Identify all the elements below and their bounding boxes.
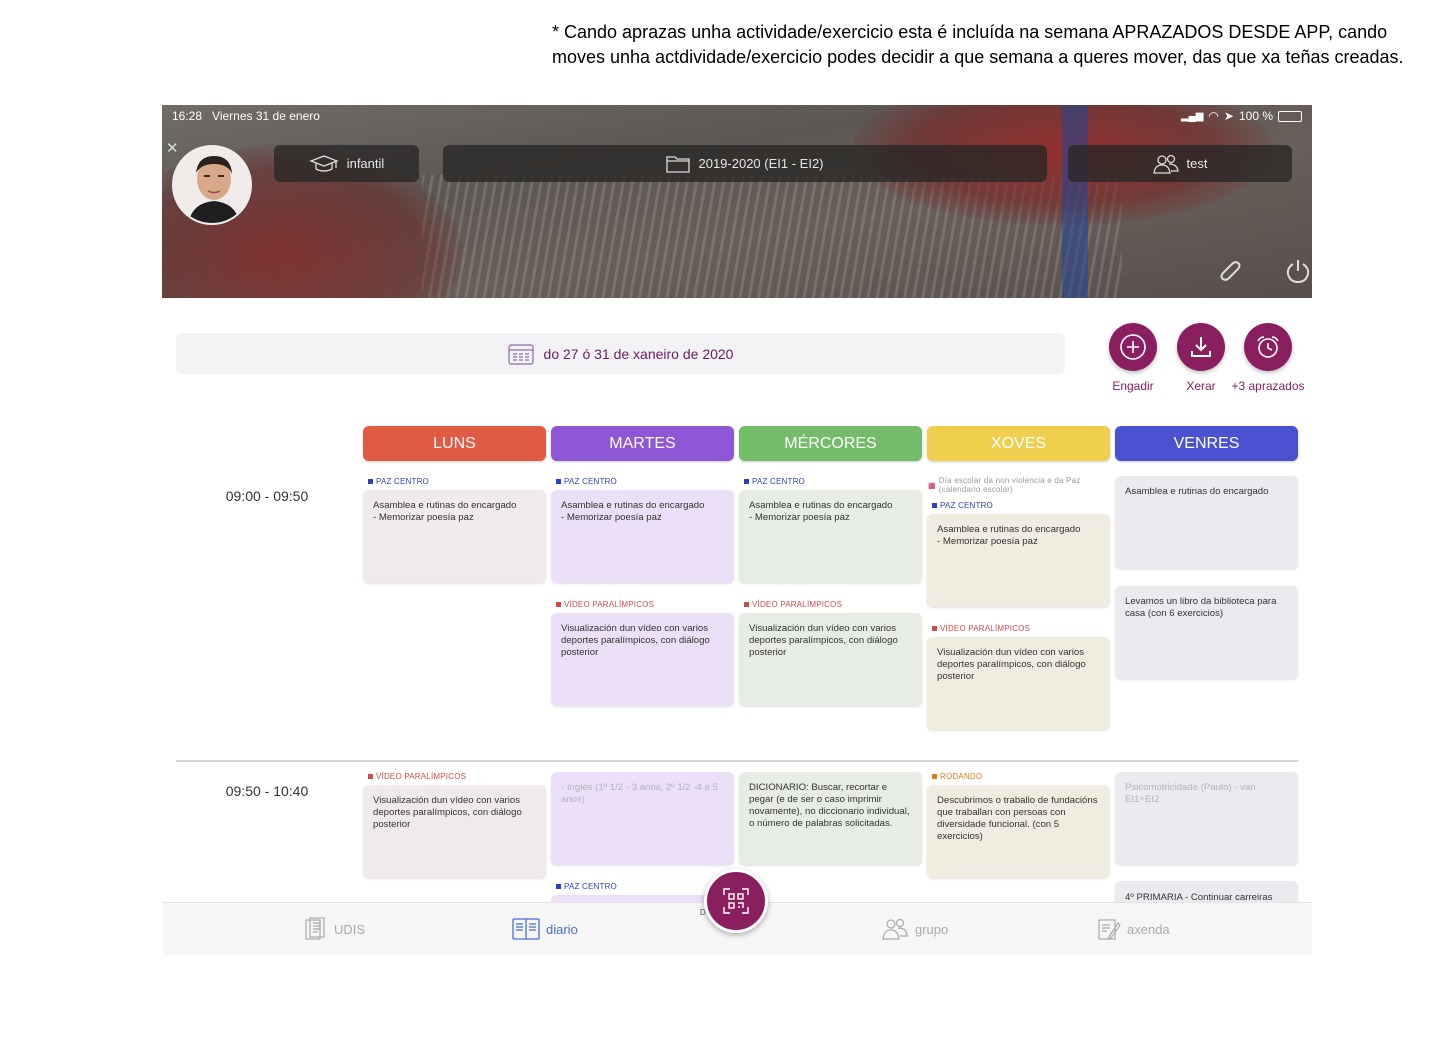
tag-paz-centro: PAZ CENTRO xyxy=(932,501,993,510)
day-header-luns[interactable]: LUNS xyxy=(363,426,546,461)
day-header-venres[interactable]: VENRES xyxy=(1115,426,1298,461)
group-label: test xyxy=(1186,156,1208,171)
battery-level: 100 % xyxy=(1238,109,1273,123)
day-header-martes[interactable]: MARTES xyxy=(551,426,734,461)
time-slot-2: 09:50 - 10:40 xyxy=(225,783,309,799)
activity-card-martes-video[interactable]: Visualización dun vídeo con varios depor… xyxy=(551,613,734,706)
plus-circle-icon xyxy=(1120,334,1146,360)
group-icon xyxy=(882,918,908,940)
add-button[interactable] xyxy=(1109,323,1157,371)
activity-card-venres-libro[interactable]: Levamos un libro da biblioteca para casa… xyxy=(1115,586,1298,679)
paperclip-icon[interactable] xyxy=(1215,257,1243,290)
signal-icon: ▂▄▆ xyxy=(1180,110,1204,122)
activity-card-venres-psicomotricidade[interactable]: Psicomotricidade (Paulo) - van EI1+EI2 xyxy=(1115,772,1298,865)
activity-card-venres-asamblea[interactable]: Asamblea e rutinas do encargado xyxy=(1115,476,1298,569)
calendar-small-icon: ▦ xyxy=(928,480,936,490)
tag-paz-centro: PAZ CENTRO xyxy=(744,477,805,486)
qr-scan-button[interactable] xyxy=(704,869,768,933)
book-open-icon xyxy=(512,918,540,940)
tag-video-paralimpicos: VÍDEO PARALÍMPICOS xyxy=(556,600,654,609)
activity-card-mercores-asamblea[interactable]: Asamblea e rutinas do encargado - Memori… xyxy=(739,490,922,583)
week-date-range[interactable]: do 27 ó 31 de xaneiro de 2020 xyxy=(176,333,1065,374)
tag-rodando: RODANDO xyxy=(932,772,982,781)
graduation-cap-icon xyxy=(308,154,339,172)
folder-icon xyxy=(666,156,691,173)
calendar-icon xyxy=(507,343,534,365)
location-icon: ➤ xyxy=(1223,109,1234,123)
status-indicators: ▂▄▆ ◠ ➤ 100 % xyxy=(1181,109,1302,123)
postponed-label: +3 aprazados xyxy=(1231,379,1305,393)
day-header-xoves[interactable]: XOVES xyxy=(927,426,1110,461)
tag-video-paralimpicos: VÍDEO PARALÍMPICOS xyxy=(744,600,842,609)
document-list-icon xyxy=(305,917,325,940)
group-selector[interactable]: test xyxy=(1068,145,1292,182)
level-label: infantil xyxy=(346,156,385,171)
course-selector[interactable]: 2019-2020 (EI1 - EI2) xyxy=(443,145,1047,182)
day-header-mercores[interactable]: MÉRCORES xyxy=(739,426,922,461)
nav-axenda[interactable]: axenda xyxy=(1097,917,1170,941)
status-time-date: 16:28 Viernes 31 de enero xyxy=(172,109,320,123)
activity-card-luns-asamblea[interactable]: Asamblea e rutinas do encargado - Memori… xyxy=(363,490,546,583)
battery-icon xyxy=(1278,110,1302,122)
level-selector[interactable]: infantil xyxy=(274,145,419,182)
users-icon xyxy=(1152,154,1179,174)
tag-paz-centro: PAZ CENTRO xyxy=(556,882,617,891)
time-slot-separator xyxy=(176,760,1298,762)
calendar-note: ▦ Día escolar da non violencia e da Paz (… xyxy=(928,476,1081,494)
wifi-icon: ◠ xyxy=(1208,109,1219,123)
edit-note-icon xyxy=(1098,919,1121,941)
date-range-label: do 27 ó 31 de xaneiro de 2020 xyxy=(543,345,734,362)
center-label: D xyxy=(700,908,706,917)
header-banner: 16:28 Viernes 31 de enero ▂▄▆ ◠ ➤ 100 % … xyxy=(162,105,1312,298)
avatar[interactable] xyxy=(172,145,252,225)
nav-udis[interactable]: UDIS xyxy=(304,917,365,941)
postponed-action[interactable]: +3 aprazados xyxy=(1228,323,1308,393)
download-icon xyxy=(1191,337,1211,357)
tag-paz-centro: PAZ CENTRO xyxy=(368,477,429,486)
status-bar: 16:28 Viernes 31 de enero ▂▄▆ ◠ ➤ 100 % xyxy=(172,109,1302,125)
activity-card-martes-ingles[interactable]: - Inglés (1º 1/2 - 3 anos, 2º 1/2 -4 e 5… xyxy=(551,772,734,865)
activity-card-martes-asamblea[interactable]: Asamblea e rutinas do encargado - Memori… xyxy=(551,490,734,583)
activity-card-luns-video[interactable]: Visualización dun vídeo con varios depor… xyxy=(363,785,546,878)
activity-card-xoves-fundacions[interactable]: Descubrimos o traballo de fundacións que… xyxy=(927,785,1110,878)
power-icon[interactable] xyxy=(1284,257,1312,290)
nav-diario[interactable]: diario xyxy=(512,917,578,941)
tools-icon[interactable]: ✕ xyxy=(166,139,179,157)
activity-card-mercores-diccionario[interactable]: DICIONARIO: Buscar, recortar e pegar (e … xyxy=(739,772,922,865)
postponed-button[interactable] xyxy=(1244,323,1292,371)
qr-code-icon xyxy=(723,888,749,914)
time-slot-1: 09:00 - 09:50 xyxy=(225,488,309,504)
activity-card-mercores-video[interactable]: Visualización dun vídeo con varios depor… xyxy=(739,613,922,706)
alarm-clock-icon xyxy=(1257,336,1279,358)
nav-grupo[interactable]: grupo xyxy=(881,917,948,941)
activity-card-xoves-video[interactable]: Visualización dun vídeo con varios depor… xyxy=(927,637,1110,730)
tag-paz-centro: PAZ CENTRO xyxy=(556,477,617,486)
course-label: 2019-2020 (EI1 - EI2) xyxy=(698,156,824,171)
app-window: 16:28 Viernes 31 de enero ▂▄▆ ◠ ➤ 100 % … xyxy=(162,105,1312,955)
generate-button[interactable] xyxy=(1177,323,1225,371)
instruction-note: * Cando aprazas unha actividade/exercici… xyxy=(552,22,1404,67)
header-background-leg xyxy=(1062,105,1088,298)
tag-video-paralimpicos: VÍDEO PARALÍMPICOS xyxy=(368,772,466,781)
tag-video-paralimpicos: VÍDEO PARALÍMPICOS xyxy=(932,624,1030,633)
activity-card-xoves-asamblea[interactable]: Asamblea e rutinas do encargado - Memori… xyxy=(927,514,1110,607)
